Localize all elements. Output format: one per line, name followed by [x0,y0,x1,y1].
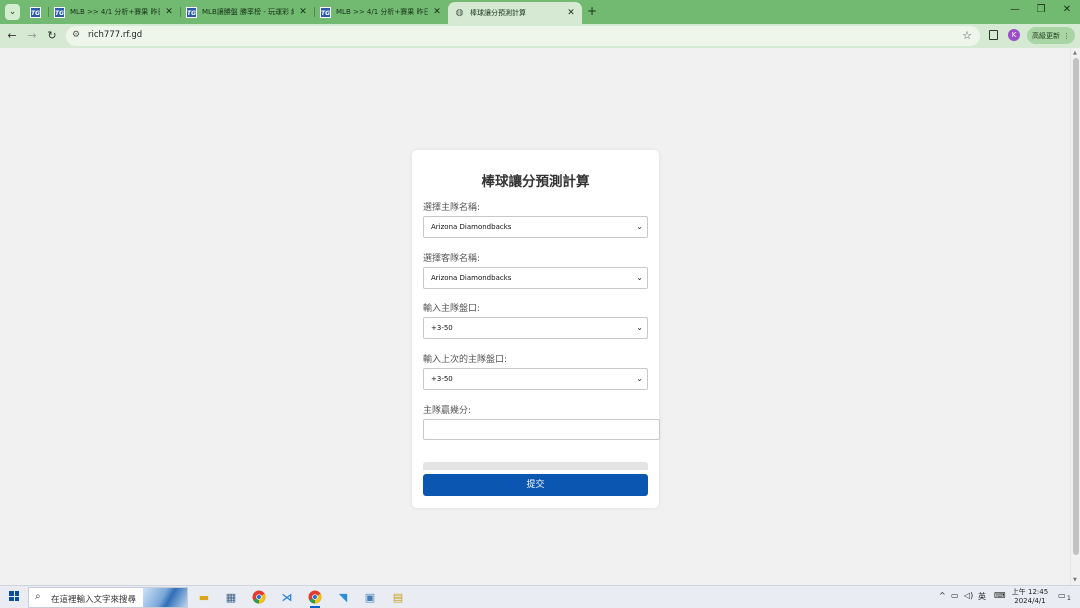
tab-2[interactable]: TG MLB讓勝盤 勝率榜 - 玩運彩 給 ✕ [180,3,314,21]
site-info-icon[interactable]: ⚙ [72,30,80,40]
profile-avatar[interactable]: K [1008,29,1020,41]
update-label: 高級更新 [1032,31,1060,40]
close-tab-icon[interactable]: ✕ [566,8,576,18]
ime-indicator[interactable]: 英 [978,591,986,602]
network-icon[interactable]: ▭ [951,591,959,600]
photos-icon[interactable]: ▣ [362,589,378,605]
prev-home-line-value: +3-50 [431,375,453,383]
calculator-icon[interactable]: ▦ [223,589,239,605]
home-team-select[interactable]: Arizona Diamondbacks ⌄ [423,216,648,238]
site-favicon-icon: TG [54,6,65,18]
tab-4-active[interactable]: ◍ 棒球讓分預測計算 ✕ [448,2,582,24]
chevron-down-icon: ⌄ [636,323,643,332]
close-tab-icon[interactable]: ✕ [432,7,442,17]
keyboard-icon[interactable]: ⌨ [994,591,1006,600]
tab-search-icon[interactable]: ⌄ [5,4,20,20]
chrome-active-icon[interactable] [303,586,327,608]
volume-icon[interactable]: ◁) [964,591,973,600]
submit-button[interactable]: 提交 [423,474,648,496]
home-line-value: +3-50 [431,324,453,332]
home-team-label: 選擇主隊名稱: [423,203,481,213]
notepad-icon[interactable]: ▤ [390,589,406,605]
hidden-button [423,462,648,470]
chevron-down-icon: ⌄ [636,222,643,231]
search-highlight-art [143,588,187,607]
forward-arrow-icon[interactable]: → [25,29,39,42]
away-team-label: 選擇客隊名稱: [423,254,481,264]
taskbar-search[interactable]: ⌕ 在這裡輸入文字來搜尋 [28,587,188,608]
scrollbar-thumb[interactable] [1073,58,1079,555]
side-panel-icon[interactable] [989,30,998,40]
back-arrow-icon[interactable]: ← [5,29,19,42]
notification-icon[interactable]: ▭ [1058,591,1066,600]
address-bar[interactable]: ⚙ rich777.rf.gd ☆ [66,26,980,46]
site-favicon-icon: TG [320,6,331,18]
page-title: 棒球讓分預測計算 [481,174,590,190]
tab-strip: ⌄ TG TG MLB >> 4/1 分析+賽果 昨日全 ✕ TG MLB讓勝盤… [0,0,1080,24]
site-favicon-icon: TG [186,6,197,18]
close-window-icon[interactable]: ✕ [1052,4,1080,15]
menu-kebab-icon: ⋮ [1063,31,1070,40]
windows-taskbar: ⌕ 在這裡輸入文字來搜尋 ▬ ▦ ⋊ ◥ ▣ ▤ ^ ▭ ◁) 英 ⌨ 上午 1… [0,585,1080,608]
tray-chevron-up-icon[interactable]: ^ [939,591,946,600]
home-line-label: 輸入主隊盤口: [423,304,481,314]
tab-title: MLB >> 4/1 分析+賽果 昨日全 [336,8,428,16]
vscode-icon[interactable]: ⋊ [279,589,295,605]
close-tab-icon[interactable]: ✕ [164,7,174,17]
clock-date: 2024/4/1 [1014,597,1046,605]
search-placeholder: 在這裡輸入文字來搜尋 [51,595,137,605]
tab-title: MLB讓勝盤 勝率榜 - 玩運彩 給 [202,8,294,16]
tab-title: MLB >> 4/1 分析+賽果 昨日全 [70,8,160,16]
scroll-down-icon[interactable]: ▼ [1073,577,1077,583]
home-margin-label: 主隊贏幾分: [423,406,472,416]
chrome-icon[interactable] [251,589,267,605]
pinned-tab[interactable]: TG [26,3,48,21]
system-clock[interactable]: 上午 12:45 2024/4/1 [1011,588,1049,606]
new-tab-icon[interactable]: + [586,4,598,18]
globe-icon: ◍ [455,7,464,18]
home-line-select[interactable]: +3-50 ⌄ [423,317,648,339]
chevron-down-icon: ⌄ [636,374,643,383]
notification-count: 1 [1067,595,1071,602]
tab-3[interactable]: TG MLB >> 4/1 分析+賽果 昨日全 ✕ [314,3,448,21]
reload-icon[interactable]: ↻ [45,29,59,42]
clock-time: 上午 12:45 [1011,588,1049,596]
page-scrollbar[interactable]: ▲ ▼ [1070,48,1080,585]
telegram-icon[interactable]: ◥ [335,589,351,605]
update-button[interactable]: 高級更新 ⋮ [1027,27,1075,44]
bookmark-star-icon[interactable]: ☆ [962,29,972,42]
tab-1[interactable]: TG MLB >> 4/1 分析+賽果 昨日全 ✕ [48,3,180,21]
scroll-up-icon[interactable]: ▲ [1073,50,1077,56]
prediction-form-card: 棒球讓分預測計算 選擇主隊名稱: Arizona Diamondbacks ⌄ … [412,150,660,508]
tab-title: 棒球讓分預測計算 [470,9,526,17]
search-icon: ⌕ [35,591,41,602]
site-favicon-icon: TG [30,6,41,18]
browser-toolbar: ← → ↻ ⚙ rich777.rf.gd ☆ K 高級更新 ⋮ [0,24,1080,48]
prev-home-line-label: 輸入上次的主隊盤口: [423,355,508,365]
prev-home-line-select[interactable]: +3-50 ⌄ [423,368,648,390]
close-tab-icon[interactable]: ✕ [298,7,308,17]
home-margin-input[interactable] [423,419,660,440]
home-team-value: Arizona Diamondbacks [431,223,512,231]
away-team-value: Arizona Diamondbacks [431,274,512,282]
url-text[interactable]: rich777.rf.gd [88,30,142,40]
file-explorer-icon[interactable]: ▬ [196,589,212,605]
chevron-down-icon: ⌄ [636,273,643,282]
away-team-select[interactable]: Arizona Diamondbacks ⌄ [423,267,648,289]
windows-start-icon[interactable] [9,591,19,601]
